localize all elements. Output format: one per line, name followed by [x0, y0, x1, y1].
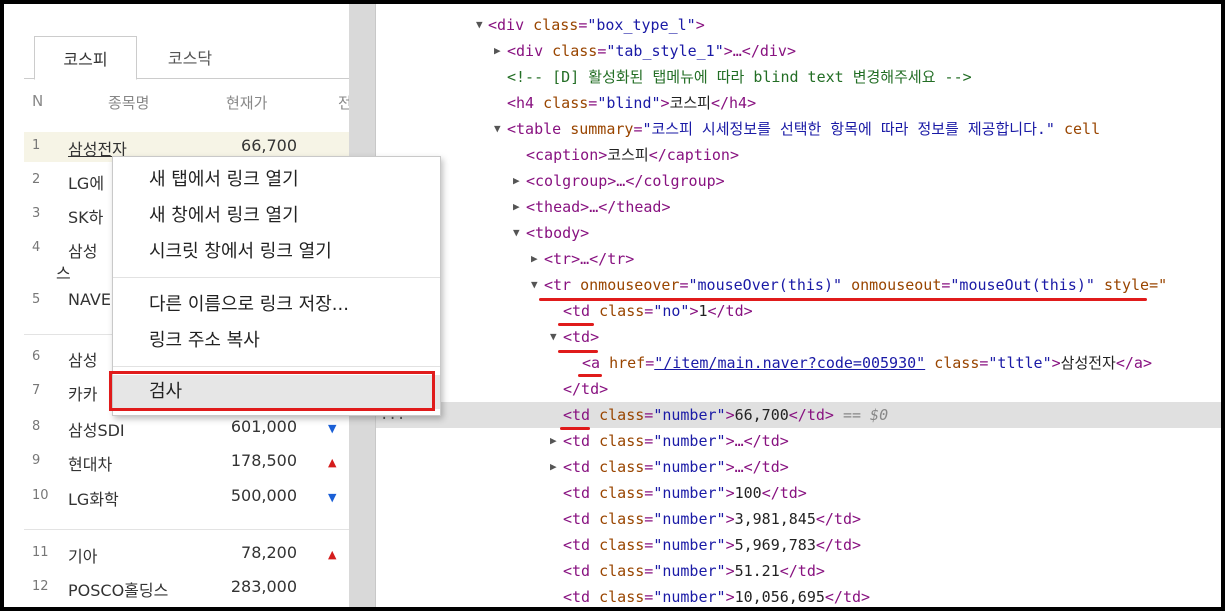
row-no: 7	[32, 383, 41, 398]
dom-node[interactable]: <td class="number">3,981,845</td>	[376, 506, 1221, 532]
stock-price: 78,200	[241, 543, 297, 562]
stock-price: 283,000	[230, 577, 297, 596]
expand-triangle-icon[interactable]: ▶	[550, 454, 557, 480]
row-no: 3	[32, 206, 41, 221]
stock-price: 500,000	[230, 486, 297, 505]
header-price: 현재가	[226, 94, 268, 112]
row-no: 6	[32, 349, 41, 364]
menu-item-open-new-window[interactable]: 새 창에서 링크 열기	[113, 199, 440, 233]
table-row[interactable]: 11 기아 78,200 ▲	[24, 539, 349, 569]
row-no: 2	[32, 172, 41, 187]
dom-node-selected[interactable]: ... <td class="number">66,700</td> == $0	[376, 402, 1221, 428]
collapse-triangle-icon[interactable]: ▼	[476, 12, 483, 38]
dom-node[interactable]: ▼ <tr onmouseover="mouseOver(this)" onmo…	[376, 272, 1221, 298]
red-highlight-box	[109, 371, 435, 411]
tab-kosdaq[interactable]: 코스닥	[150, 36, 230, 78]
stock-name-link[interactable]: 기아	[68, 543, 97, 567]
expand-triangle-icon[interactable]: ▶	[531, 246, 538, 272]
dom-node[interactable]: ▼ <td>	[376, 324, 1221, 350]
dom-node[interactable]: </td>	[376, 376, 1221, 402]
dom-node[interactable]: <td class="number">51.21</td>	[376, 558, 1221, 584]
dom-node[interactable]: <td class="no">1</td>	[376, 298, 1221, 324]
menu-item-open-new-tab[interactable]: 새 탭에서 링크 열기	[113, 163, 440, 197]
row-no: 12	[32, 579, 49, 594]
stock-price: 66,700	[241, 136, 297, 155]
dom-node[interactable]: ▶ <colgroup>…</colgroup>	[376, 168, 1221, 194]
up-arrow-icon: ▲	[328, 456, 337, 469]
collapse-triangle-icon[interactable]: ▼	[513, 220, 520, 246]
header-no: N	[32, 92, 44, 110]
expand-triangle-icon[interactable]: ▶	[550, 428, 557, 454]
row-no: 8	[32, 419, 41, 434]
table-row[interactable]: 8 삼성SDI 601,000 ▼	[24, 413, 349, 443]
stock-price: 178,500	[230, 451, 297, 470]
dom-node[interactable]: <td class="number">5,969,783</td>	[376, 532, 1221, 558]
devtools-elements-panel: ▼ <div class="box_type_l"> ▶ <div class=…	[376, 4, 1221, 607]
tab-kospi[interactable]: 코스피	[34, 36, 137, 80]
stock-name-link[interactable]: 삼성SDI	[68, 417, 125, 441]
header-name: 종목명	[108, 94, 150, 112]
stock-name-link[interactable]: POSCO홀딩스	[68, 577, 168, 601]
dom-comment[interactable]: <!-- [D] 활성화된 탭메뉴에 따라 blind text 변경해주세요 …	[376, 64, 1221, 90]
dom-node[interactable]: ▼ <div class="box_type_l">	[376, 12, 1221, 38]
dom-node[interactable]: ▶ <tr>…</tr>	[376, 246, 1221, 272]
collapse-triangle-icon[interactable]: ▼	[531, 272, 538, 298]
expand-triangle-icon[interactable]: ▶	[494, 38, 501, 64]
stock-name-link[interactable]: 현대차	[68, 451, 112, 475]
row-no: 4	[32, 240, 41, 255]
dom-node[interactable]: <td class="number">100</td>	[376, 480, 1221, 506]
dom-node[interactable]: <td class="number">10,056,695</td>	[376, 584, 1221, 607]
table-row[interactable]: 12 POSCO홀딩스 283,000	[24, 573, 349, 603]
menu-item-save-link-as[interactable]: 다른 이름으로 링크 저장...	[113, 288, 440, 322]
row-no: 11	[32, 545, 49, 560]
dom-node[interactable]: ▼ <tbody>	[376, 220, 1221, 246]
dom-node[interactable]: ▶ <td class="number">…</td>	[376, 454, 1221, 480]
collapse-triangle-icon[interactable]: ▼	[550, 324, 557, 350]
dom-node[interactable]: ▼ <table summary="코스피 시세정보를 선택한 항목에 따라 정…	[376, 116, 1221, 142]
collapse-triangle-icon[interactable]: ▼	[494, 116, 501, 142]
row-no: 1	[32, 138, 41, 153]
expand-triangle-icon[interactable]: ▶	[513, 168, 520, 194]
menu-separator	[113, 277, 440, 278]
stock-name-link[interactable]: LG에	[68, 170, 104, 194]
expand-triangle-icon[interactable]: ▶	[513, 194, 520, 220]
stock-name-link[interactable]: 삼성	[68, 347, 97, 371]
table-row[interactable]: 10 LG화학 500,000 ▼	[24, 482, 349, 512]
dom-node[interactable]: ▶ <div class="tab_style_1">…</div>	[376, 38, 1221, 64]
row-divider	[24, 529, 349, 530]
menu-item-copy-link-address[interactable]: 링크 주소 복사	[113, 324, 440, 358]
stock-name-link[interactable]: 카카	[68, 381, 97, 405]
market-tabs: 코스피 코스닥	[24, 36, 349, 80]
up-arrow-icon: ▲	[328, 548, 337, 561]
down-arrow-icon: ▼	[328, 491, 337, 504]
dom-node[interactable]: <caption>코스피</caption>	[376, 142, 1221, 168]
row-no: 10	[32, 488, 49, 503]
href-link[interactable]: "/item/main.naver?code=005930"	[654, 354, 925, 372]
dom-node[interactable]: <h4 class="blind">코스피</h4>	[376, 90, 1221, 116]
menu-item-open-incognito[interactable]: 시크릿 창에서 링크 열기	[113, 235, 440, 269]
row-no: 5	[32, 292, 41, 307]
stock-name-wrap: 스	[56, 264, 71, 283]
stock-name-link[interactable]: LG화학	[68, 486, 119, 510]
dom-node[interactable]: <a href="/item/main.naver?code=005930" c…	[376, 350, 1221, 376]
dom-node[interactable]: ▶ <td class="number">…</td>	[376, 428, 1221, 454]
table-row[interactable]: 9 현대차 178,500 ▲	[24, 447, 349, 477]
down-arrow-icon: ▼	[328, 422, 337, 435]
stock-name-link[interactable]: SK하	[68, 204, 103, 228]
stock-price: 601,000	[230, 417, 297, 436]
stock-name-link[interactable]: NAVE	[68, 290, 111, 309]
dom-node[interactable]: ▶ <thead>…</thead>	[376, 194, 1221, 220]
menu-separator	[113, 366, 440, 367]
screenshot-frame: 코스피 코스닥 N 종목명 현재가 전 1 삼성전자 66,700 2 LG에 …	[4, 4, 1221, 607]
stock-name-link[interactable]: 삼성	[68, 238, 97, 262]
row-no: 9	[32, 453, 41, 468]
header-change: 전	[338, 94, 349, 112]
